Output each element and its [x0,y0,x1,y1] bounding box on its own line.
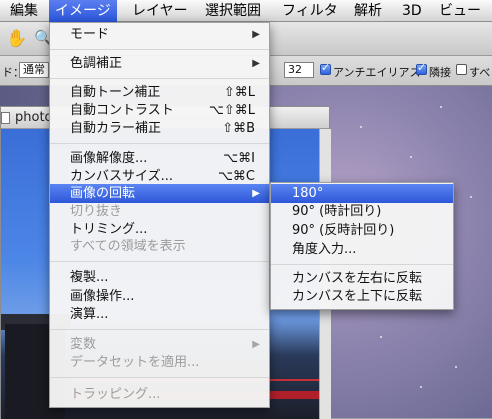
submenu-arrow-icon: ▶ [252,58,260,69]
menu-item-label: 自動カラー補正 [70,121,162,136]
submenu-arrow-icon: ▶ [252,29,260,40]
contiguous-label: 隣接 [429,66,451,79]
submenu-item-label: 90° (時計回り) [292,204,382,219]
submenu-item-rotate-90-cw[interactable]: 90° (時計回り) [271,202,453,221]
contiguous-checkbox[interactable] [416,61,427,75]
submenu-arrow-icon: ▶ [252,188,260,199]
menu-item-label: 自動トーン補正 [70,85,161,100]
menu-item-label: 色調補正 [70,56,123,71]
menu-separator [50,49,269,50]
menu-3d[interactable]: 3D [402,0,422,22]
menu-select[interactable]: 選択範囲 [205,0,261,22]
menu-image[interactable]: イメージ [49,0,117,22]
menu-item-label: モード [70,27,110,42]
menu-separator [50,261,269,262]
submenu-item-rotate-180[interactable]: 180° [271,184,453,203]
submenu-item-label: カンバスを上下に反転 [292,289,423,304]
menu-bar: 編集 イメージ レイヤー 選択範囲 フィルタ 解析 3D ビュー [0,0,492,22]
menu-item-mode[interactable]: モード ▶ [50,25,269,44]
menu-item-auto-contrast[interactable]: 自動コントラスト ⌥⇧⌘L [50,101,269,120]
menu-item-variables[interactable]: 変数 ▶ [50,335,269,354]
menu-item-label: 演算... [70,307,109,322]
menu-item-label: 複製... [70,270,109,285]
menu-item-label: 自動コントラスト [70,103,174,118]
menu-item-auto-tone[interactable]: 自動トーン補正 ⇧⌘L [50,83,269,102]
menu-item-shortcut: ⌥⌘I [223,151,255,166]
menu-item-image-rotation[interactable]: 画像の回転 ▶ [50,184,269,203]
antialias-label: アンチエイリアス [333,66,421,79]
menu-item-apply-image[interactable]: 画像操作... [50,287,269,306]
mode-select[interactable]: 通常 [19,62,49,78]
menu-item-label: トラッピング... [70,387,161,402]
submenu-item-label: 角度入力... [292,242,357,257]
menu-item-auto-color[interactable]: 自動カラー補正 ⇧⌘B [50,119,269,138]
menu-view[interactable]: ビュー [439,0,481,22]
image-menu: モード ▶ 色調補正 ▶ 自動トーン補正 ⇧⌘L 自動コントラスト ⌥⇧⌘L 自… [49,22,270,408]
submenu-item-label: 180° [292,186,324,201]
submenu-item-label: 90° (反時計回り) [292,223,395,238]
antialias-checkbox[interactable] [320,61,331,75]
hand-tool-icon[interactable]: ✋ [6,29,27,49]
menu-separator [50,143,269,144]
submenu-item-flip-vertical[interactable]: カンバスを上下に反転 [271,287,453,306]
image-rotation-submenu: 180° 90° (時計回り) 90° (反時計回り) 角度入力... カンバス… [270,182,454,310]
menu-separator [50,329,269,330]
menu-separator [50,377,269,378]
menu-item-label: データセットを適用... [70,355,200,370]
menu-item-shortcut: ⌥⇧⌘L [208,103,255,118]
menu-item-label: すべての領域を表示 [70,239,186,254]
menu-item-label: 画像解像度... [70,151,148,166]
document-title: photo [15,110,53,125]
submenu-item-label: カンバスを左右に反転 [292,271,423,286]
menu-item-label: 切り抜き [70,204,123,219]
all-layers-checkbox[interactable] [456,64,467,75]
menu-analysis[interactable]: 解析 [354,0,382,22]
menu-item-label: 画像の回転 [70,186,136,201]
size-input[interactable]: 32 [284,62,314,78]
menu-item-calculations[interactable]: 演算... [50,305,269,324]
submenu-item-arbitrary[interactable]: 角度入力... [271,240,453,259]
menu-item-duplicate[interactable]: 複製... [50,268,269,287]
menu-item-image-size[interactable]: 画像解像度... ⌥⌘I [50,149,269,168]
document-file-icon [1,112,10,124]
menu-item-shortcut: ⇧⌘L [223,85,255,100]
submenu-arrow-icon: ▶ [252,339,260,350]
menu-item-reveal-all[interactable]: すべての領域を表示 [50,237,269,256]
menu-edit[interactable]: 編集 [10,0,38,22]
menu-separator [271,264,453,265]
menu-separator [50,78,269,79]
menu-layer[interactable]: レイヤー [132,0,188,22]
menu-item-apply-data-set[interactable]: データセットを適用... [50,353,269,372]
submenu-item-flip-horizontal[interactable]: カンバスを左右に反転 [271,269,453,288]
menu-filter[interactable]: フィルタ [282,0,338,22]
submenu-item-rotate-90-ccw[interactable]: 90° (反時計回り) [271,221,453,240]
menu-item-crop[interactable]: 切り抜き [50,202,269,221]
menu-item-shortcut: ⇧⌘B [222,121,255,136]
menu-item-trap[interactable]: トラッピング... [50,385,269,404]
all-layers-label: すべ [469,66,491,79]
menu-item-adjustments[interactable]: 色調補正 ▶ [50,54,269,73]
menu-item-label: 変数 [70,337,97,352]
menu-item-label: 画像操作... [70,289,135,304]
